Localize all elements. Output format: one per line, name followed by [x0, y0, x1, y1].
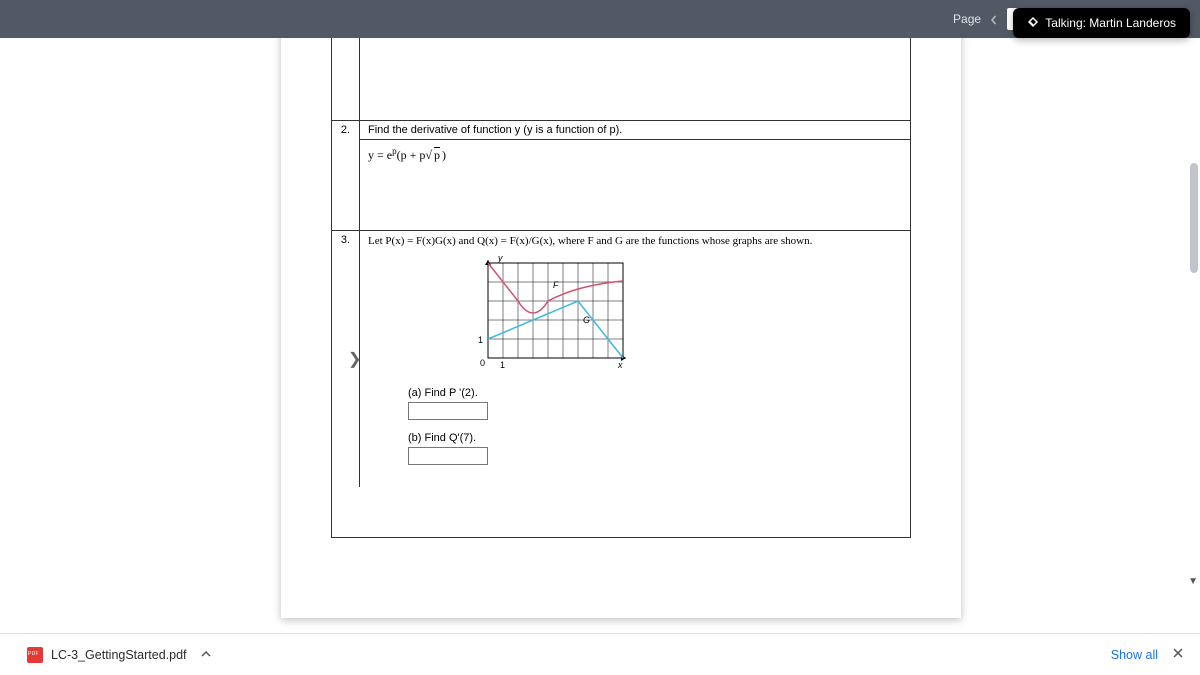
- scrollbar-thumb[interactable]: [1190, 163, 1198, 273]
- question-content-cell: [360, 38, 910, 120]
- downloads-bar: LC-3_GettingStarted.pdf Show all: [0, 633, 1200, 675]
- axis-x-label: x: [617, 360, 623, 370]
- ytick-1: 1: [478, 335, 483, 345]
- document-viewer: ▼ 2. Find the derivative of function y (…: [0, 38, 1200, 633]
- question-prompt: Find the derivative of function y (y is …: [360, 121, 910, 140]
- document-page: 2. Find the derivative of function y (y …: [281, 38, 961, 618]
- origin-0: 0: [480, 358, 485, 368]
- table-row: 2. Find the derivative of function y (y …: [332, 120, 910, 230]
- graph-container: y F G x 1 0 1: [368, 253, 902, 373]
- chevron-right-icon[interactable]: ❯: [348, 349, 361, 369]
- xtick-1: 1: [500, 360, 505, 370]
- answer-b-input[interactable]: [408, 447, 488, 465]
- check-icon: [1027, 16, 1039, 31]
- download-filename: LC-3_GettingStarted.pdf: [51, 648, 187, 662]
- question-prompt: Let P(x) = F(x)G(x) and Q(x) = F(x)/G(x)…: [368, 235, 902, 247]
- question-content-cell: Let P(x) = F(x)G(x) and Q(x) = F(x)/G(x)…: [360, 231, 910, 487]
- question-math: y = ep(p + p√p): [368, 146, 902, 163]
- table-row: 3. ❯ Let P(x) = F(x)G(x) and Q(x) = F(x)…: [332, 230, 910, 487]
- scroll-down-icon[interactable]: ▼: [1188, 576, 1198, 587]
- answer-a-input[interactable]: [408, 402, 488, 420]
- question-number-cell: [332, 38, 360, 120]
- answer-section: (a) Find P '(2). (b) Find Q'(7).: [368, 387, 902, 465]
- talking-text: Talking: Martin Landeros: [1045, 16, 1176, 30]
- question-content-cell: Find the derivative of function y (y is …: [360, 121, 910, 230]
- show-all-link[interactable]: Show all: [1111, 648, 1158, 662]
- table-row: [332, 38, 910, 120]
- answer-b: (b) Find Q'(7).: [408, 432, 902, 465]
- question-number: 3.: [341, 234, 350, 246]
- close-icon[interactable]: [1172, 647, 1184, 662]
- question-number-cell: 3. ❯: [332, 231, 360, 487]
- function-graph: y F G x 1 0 1: [468, 253, 628, 373]
- axis-y-label: y: [497, 253, 503, 263]
- curve-F-label: F: [553, 280, 559, 290]
- curve-G-label: G: [583, 315, 590, 325]
- prev-page-icon[interactable]: [989, 14, 999, 24]
- question-number: 2.: [341, 124, 350, 136]
- pdf-icon: [27, 647, 43, 663]
- chevron-up-icon[interactable]: [201, 648, 211, 662]
- worksheet-table: 2. Find the derivative of function y (y …: [331, 38, 911, 538]
- talking-indicator[interactable]: Talking: Martin Landeros: [1013, 8, 1190, 38]
- page-label: Page: [953, 12, 981, 26]
- answer-a: (a) Find P '(2).: [408, 387, 902, 420]
- download-item[interactable]: LC-3_GettingStarted.pdf: [16, 642, 222, 668]
- question-number-cell: 2.: [332, 121, 360, 230]
